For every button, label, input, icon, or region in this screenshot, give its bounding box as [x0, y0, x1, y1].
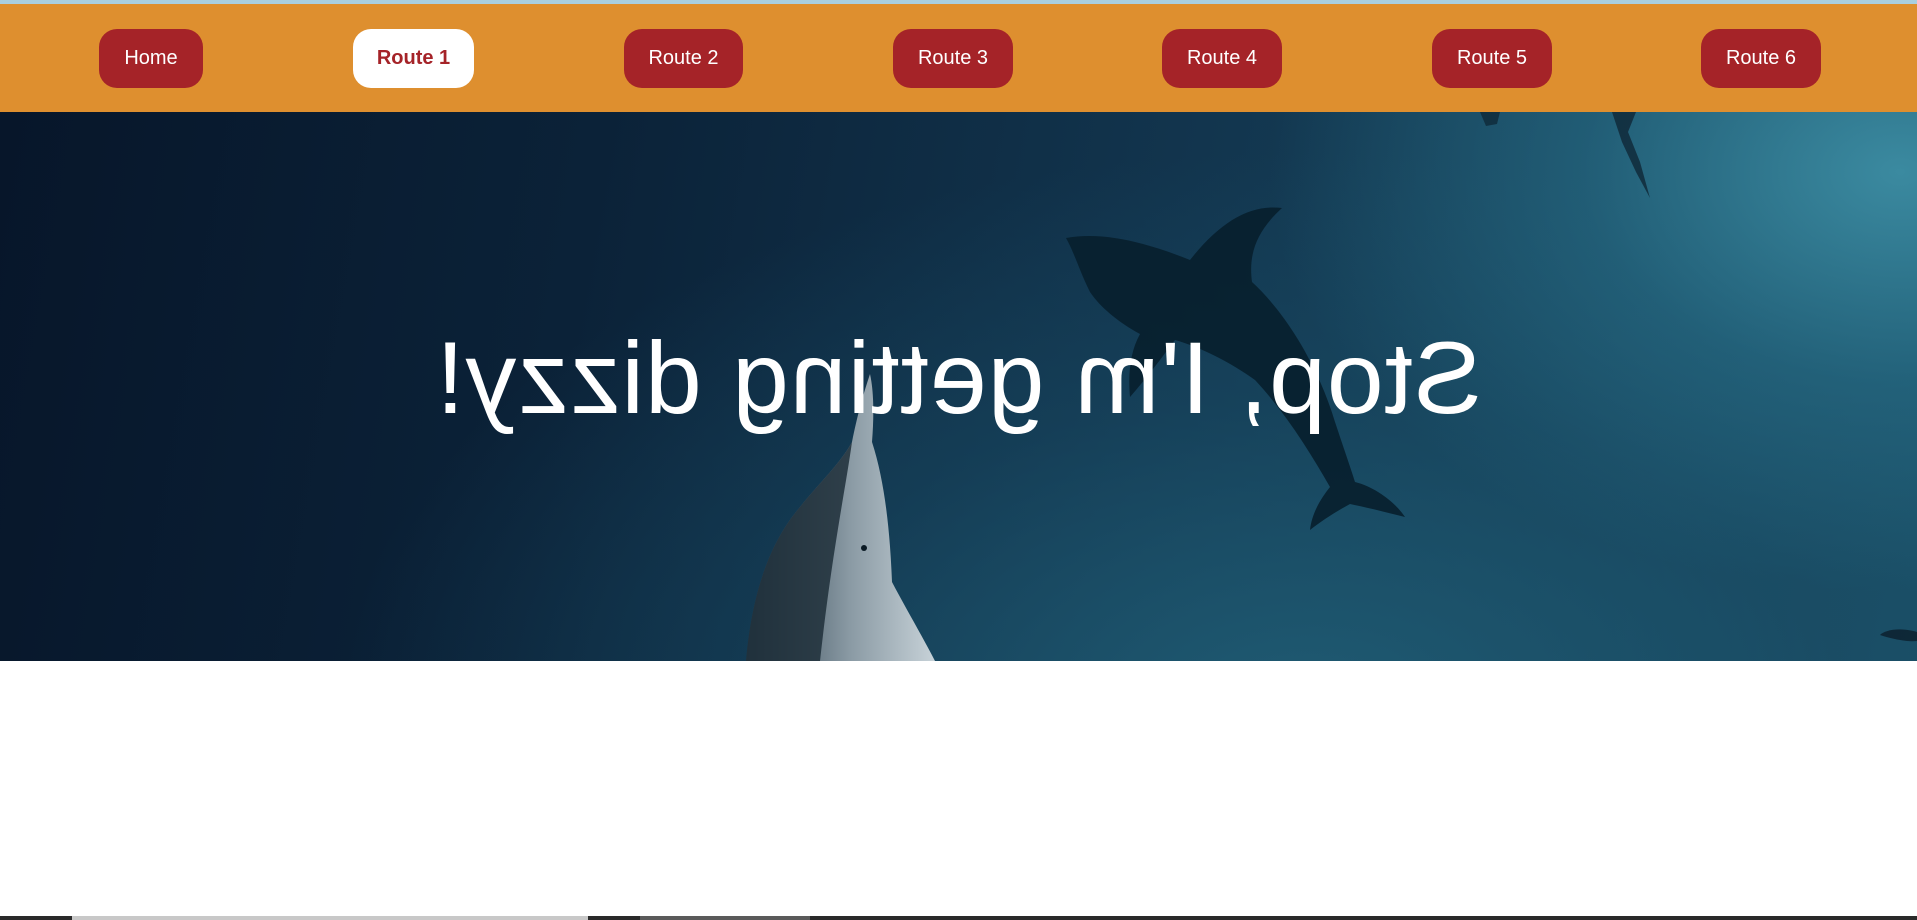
bottom-bar-segment	[72, 916, 588, 920]
nav-route-2-button[interactable]: Route 2	[624, 29, 743, 88]
hero-banner: Stop, I'm getting dizzy!	[0, 112, 1917, 661]
page-content-area	[0, 661, 1917, 920]
nav-route-1-button[interactable]: Route 1	[353, 29, 474, 88]
bottom-bar-segment	[640, 916, 810, 920]
nav-route-5-button[interactable]: Route 5	[1432, 29, 1552, 88]
nav-home-button[interactable]: Home	[99, 29, 203, 88]
nav-route-6-button[interactable]: Route 6	[1701, 29, 1821, 88]
bottom-taskbar-edge	[0, 916, 1917, 920]
hero-title: Stop, I'm getting dizzy!	[435, 321, 1482, 435]
nav-route-3-button[interactable]: Route 3	[893, 29, 1013, 88]
nav-route-4-button[interactable]: Route 4	[1162, 29, 1282, 88]
top-navbar: Home Route 1 Route 2 Route 3 Route 4 Rou…	[0, 4, 1917, 112]
